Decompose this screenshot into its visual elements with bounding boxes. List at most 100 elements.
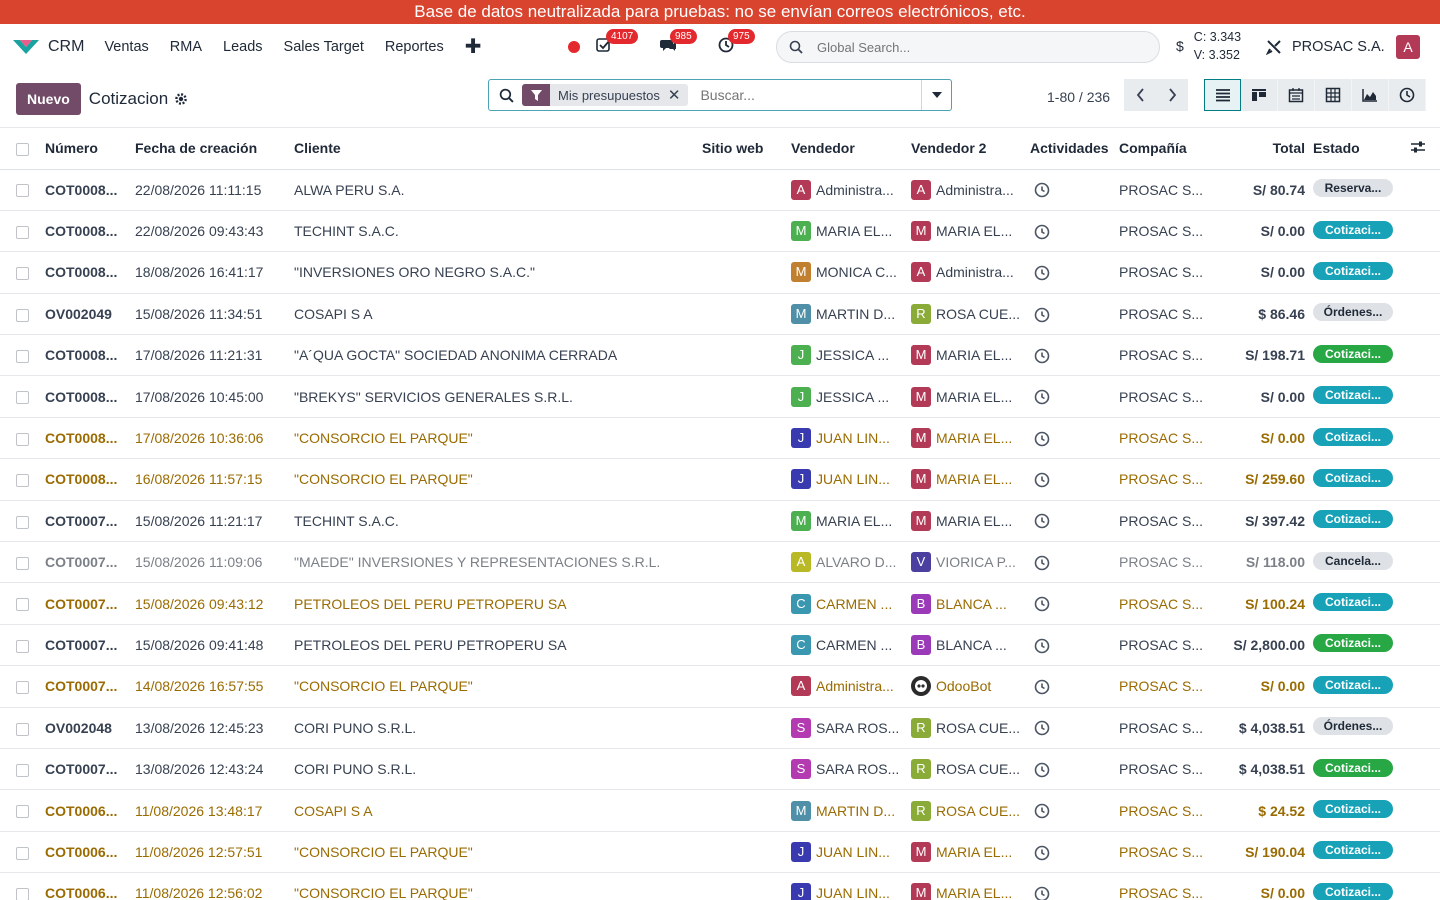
- row-checkbox[interactable]: [16, 474, 29, 488]
- app-name[interactable]: CRM: [48, 38, 84, 56]
- row-checkbox[interactable]: [16, 805, 29, 819]
- new-button[interactable]: Nuevo: [16, 82, 81, 115]
- menu-ventas[interactable]: Ventas: [104, 39, 148, 55]
- calendar-view-button[interactable]: [1278, 79, 1315, 111]
- row-checkbox[interactable]: [16, 846, 29, 860]
- select-all-checkbox[interactable]: [16, 143, 29, 157]
- menu-rma[interactable]: RMA: [170, 39, 202, 55]
- row-checkbox[interactable]: [16, 391, 29, 405]
- search-options-toggle[interactable]: [921, 80, 951, 110]
- table-row[interactable]: COT0007... 15/08/2026 11:21:17 TECHINT S.A…: [0, 500, 1440, 543]
- row-checkbox[interactable]: [16, 888, 29, 900]
- activity-check-icon[interactable]: 4107: [596, 29, 639, 57]
- pivot-view-button[interactable]: [1315, 79, 1352, 111]
- table-row[interactable]: COT0008... 17/08/2026 11:21:31 "A´QUA GOCT…: [0, 334, 1440, 377]
- global-search-box[interactable]: [776, 31, 1160, 63]
- activity-clock-icon[interactable]: [1034, 182, 1050, 198]
- table-row[interactable]: COT0008... 18/08/2026 16:41:17 "INVERSIONE…: [0, 251, 1440, 294]
- table-row[interactable]: COT0007... 15/08/2026 09:43:12 PETROLEOS D…: [0, 582, 1440, 625]
- menu-sales-target[interactable]: Sales Target: [284, 39, 364, 55]
- crm-logo-icon[interactable]: [12, 37, 40, 57]
- activity-clock-icon[interactable]: [1034, 803, 1050, 819]
- row-checkbox[interactable]: [16, 763, 29, 777]
- col-fecha[interactable]: Fecha de creación: [131, 128, 290, 170]
- activity-clock-icon[interactable]: [1034, 762, 1050, 778]
- activity-clock-icon[interactable]: [1034, 348, 1050, 364]
- table-row[interactable]: COT0008... 22/08/2026 11:11:15 ALWA PERU S…: [0, 169, 1440, 211]
- page-title[interactable]: Cotizacion: [89, 89, 168, 109]
- row-checkbox[interactable]: [16, 184, 29, 198]
- company-switcher[interactable]: PROSAC S.A.: [1266, 24, 1385, 70]
- row-checkbox[interactable]: [16, 432, 29, 446]
- table-row[interactable]: COT0007... 13/08/2026 12:43:24 CORI PUNO S…: [0, 748, 1440, 791]
- table-row[interactable]: COT0008... 22/08/2026 09:43:43 TECHINT S.A…: [0, 210, 1440, 253]
- messages-icon[interactable]: 985: [660, 29, 697, 57]
- menu-reportes[interactable]: Reportes: [385, 39, 444, 55]
- search-icon[interactable]: [499, 88, 514, 103]
- table-row[interactable]: COT0007... 15/08/2026 09:41:48 PETROLEOS D…: [0, 624, 1440, 667]
- row-checkbox[interactable]: [16, 639, 29, 653]
- activity-clock-icon[interactable]: [1034, 720, 1050, 736]
- global-search-input[interactable]: [817, 39, 1117, 55]
- row-checkbox[interactable]: [16, 557, 29, 570]
- graph-view-button[interactable]: [1352, 79, 1389, 111]
- row-checkbox[interactable]: [16, 598, 29, 612]
- search-panel[interactable]: Mis presupuestos ✕: [488, 79, 952, 111]
- table-row[interactable]: OV002048 13/08/2026 12:45:23 CORI PUNO S.R…: [0, 707, 1440, 749]
- activity-clock-icon[interactable]: [1034, 224, 1050, 240]
- row-checkbox[interactable]: [16, 350, 29, 364]
- row-checkbox[interactable]: [16, 681, 29, 695]
- activity-clock-icon[interactable]: [1034, 265, 1050, 281]
- activity-clock-icon[interactable]: [1034, 845, 1050, 861]
- activity-clock-icon[interactable]: [1034, 389, 1050, 405]
- table-row[interactable]: COT0007... 15/08/2026 11:09:06 "MAEDE" INV…: [0, 541, 1440, 584]
- pager-next-button[interactable]: [1156, 79, 1188, 111]
- list-view-button[interactable]: [1204, 79, 1241, 111]
- col-numero[interactable]: Número: [41, 128, 131, 170]
- col-sitio-web[interactable]: Sitio web: [698, 128, 787, 170]
- recording-dot-icon[interactable]: [568, 41, 580, 53]
- table-row[interactable]: OV002049 15/08/2026 11:34:51 COSAPI S A M MA…: [0, 293, 1440, 336]
- optional-columns-toggle[interactable]: [1406, 128, 1440, 170]
- col-total[interactable]: Total: [1229, 128, 1309, 170]
- col-compania[interactable]: Compañía: [1115, 128, 1229, 170]
- row-checkbox[interactable]: [16, 267, 29, 281]
- pager-value[interactable]: 1-80 / 236: [1047, 89, 1110, 105]
- kanban-view-button[interactable]: [1241, 79, 1278, 111]
- activity-clock-icon[interactable]: [1034, 679, 1050, 695]
- activity-clock-icon[interactable]: [1034, 596, 1050, 612]
- gear-icon[interactable]: [174, 92, 188, 106]
- pager-previous-button[interactable]: [1124, 79, 1156, 111]
- col-vendedor[interactable]: Vendedor: [787, 128, 907, 170]
- exchange-rate-widget[interactable]: $ C: 3.343 V: 3.352: [1176, 28, 1241, 64]
- table-row[interactable]: COT0008... 16/08/2026 11:57:15 "CONSORCIO …: [0, 458, 1440, 501]
- user-avatar[interactable]: A: [1396, 35, 1420, 59]
- activity-clock-icon[interactable]: [1034, 638, 1050, 654]
- activity-clock-icon[interactable]: [1034, 886, 1050, 900]
- col-actividades[interactable]: Actividades: [1026, 128, 1115, 170]
- activity-clock-icon[interactable]: [1034, 513, 1050, 529]
- table-row[interactable]: COT0008... 17/08/2026 10:45:00 "BREKYS" SE…: [0, 375, 1440, 418]
- plus-icon[interactable]: ✚: [465, 37, 482, 57]
- col-vendedor-2[interactable]: Vendedor 2: [907, 128, 1026, 170]
- activity-clock-icon[interactable]: [1034, 555, 1050, 571]
- table-row[interactable]: COT0008... 17/08/2026 10:36:06 "CONSORCIO …: [0, 417, 1440, 460]
- table-row[interactable]: COT0006... 11/08/2026 12:57:51 "CONSORCIO …: [0, 831, 1440, 874]
- row-checkbox[interactable]: [16, 722, 29, 736]
- activity-clock-icon[interactable]: [1034, 472, 1050, 488]
- row-checkbox[interactable]: [16, 515, 29, 529]
- search-input[interactable]: [700, 87, 911, 103]
- menu-leads[interactable]: Leads: [223, 39, 263, 55]
- row-checkbox[interactable]: [16, 308, 29, 322]
- filter-facet[interactable]: Mis presupuestos ✕: [522, 84, 689, 106]
- activity-clock-icon[interactable]: [1034, 431, 1050, 447]
- col-estado[interactable]: Estado: [1309, 128, 1406, 170]
- table-row[interactable]: COT0006... 11/08/2026 12:56:02 "CONSORCIO …: [0, 872, 1440, 900]
- facet-remove-icon[interactable]: ✕: [668, 86, 689, 104]
- activity-clock-icon[interactable]: [1034, 307, 1050, 323]
- col-cliente[interactable]: Cliente: [290, 128, 698, 170]
- table-row[interactable]: COT0006... 11/08/2026 13:48:17 COSAPI S A M…: [0, 789, 1440, 832]
- table-row[interactable]: COT0007... 14/08/2026 16:57:55 "CONSORCIO …: [0, 665, 1440, 708]
- activity-view-button[interactable]: [1389, 79, 1426, 111]
- row-checkbox[interactable]: [16, 225, 29, 239]
